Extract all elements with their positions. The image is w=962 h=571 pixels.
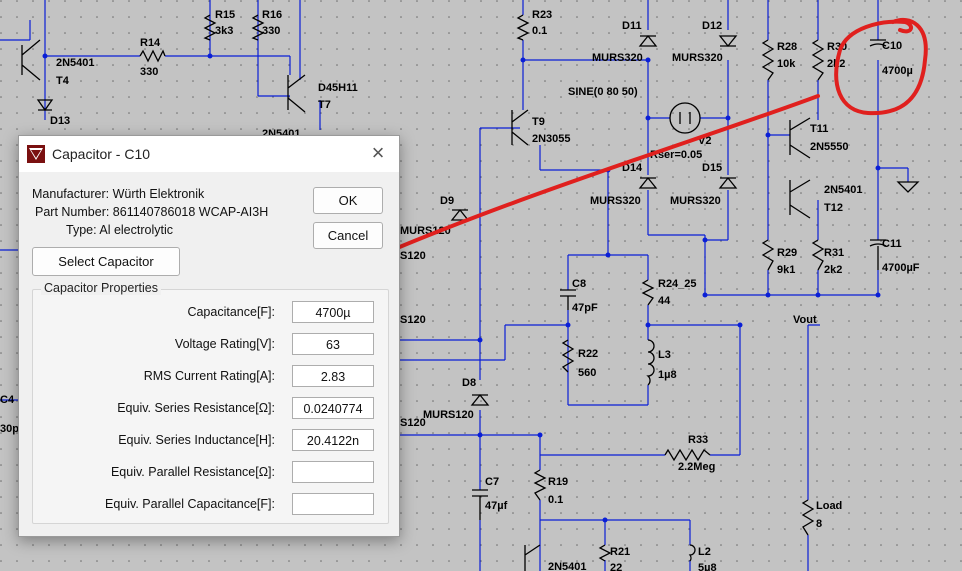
svg-text:R24_25: R24_25 — [658, 278, 697, 290]
svg-text:2N5401: 2N5401 — [56, 57, 95, 69]
svg-text:2.2Meg: 2.2Meg — [678, 461, 715, 473]
svg-text:30p: 30p — [0, 423, 19, 435]
svg-text:R22: R22 — [578, 348, 598, 360]
svg-text:47µf: 47µf — [485, 500, 508, 512]
svg-text:330: 330 — [262, 25, 280, 37]
svg-text:1µ8: 1µ8 — [658, 369, 677, 381]
svg-text:2N3055: 2N3055 — [532, 133, 571, 145]
svg-text:S120: S120 — [400, 250, 426, 262]
svg-text:D8: D8 — [462, 377, 476, 389]
esr-input[interactable]: 0.0240774 — [292, 397, 374, 419]
svg-text:5µ8: 5µ8 — [698, 562, 717, 571]
capacitance-input[interactable]: 4700µ — [292, 301, 374, 323]
svg-text:S120: S120 — [400, 314, 426, 326]
svg-text:MURS120: MURS120 — [423, 409, 474, 421]
svg-text:R28: R28 — [777, 41, 797, 53]
svg-text:3k3: 3k3 — [215, 25, 233, 37]
esl-label: Equiv. Series Inductance[H]: — [118, 433, 275, 447]
svg-text:560: 560 — [578, 367, 596, 379]
svg-text:R23: R23 — [532, 9, 552, 21]
svg-text:D9: D9 — [440, 195, 454, 207]
svg-text:44: 44 — [658, 295, 671, 307]
ltspice-app-icon — [27, 145, 45, 163]
svg-text:2N5550: 2N5550 — [810, 141, 849, 153]
svg-text:C4: C4 — [0, 394, 15, 406]
svg-text:C8: C8 — [572, 278, 586, 290]
svg-text:MURS320: MURS320 — [592, 52, 643, 64]
svg-text:4700µ: 4700µ — [882, 65, 913, 77]
capacitor-properties-group: Capacitor Properties Capacitance[F]: 470… — [32, 281, 389, 524]
svg-text:Load: Load — [816, 500, 842, 512]
svg-text:T4: T4 — [56, 75, 70, 87]
svg-text:R29: R29 — [777, 247, 797, 259]
svg-text:10k: 10k — [777, 58, 796, 70]
svg-text:L3: L3 — [658, 349, 671, 361]
parallel-capacitance-input[interactable] — [292, 493, 374, 515]
svg-text:Vout: Vout — [793, 314, 817, 326]
svg-text:47pF: 47pF — [572, 302, 598, 314]
svg-text:T9: T9 — [532, 116, 545, 128]
select-capacitor-button[interactable]: Select Capacitor — [32, 247, 180, 276]
group-title: Capacitor Properties — [41, 281, 161, 295]
svg-text:D15: D15 — [702, 162, 722, 174]
svg-text:R19: R19 — [548, 476, 568, 488]
part-number-text: Part Number: 861140786018 WCAP-AI3H — [35, 205, 269, 219]
svg-text:T11: T11 — [810, 123, 828, 135]
svg-text:R33: R33 — [688, 434, 708, 446]
svg-text:0.1: 0.1 — [532, 25, 547, 37]
esr-label: Equiv. Series Resistance[Ω]: — [117, 401, 275, 415]
dialog-title: Capacitor - C10 — [52, 146, 151, 162]
svg-text:T7: T7 — [318, 99, 331, 111]
svg-text:2N5401: 2N5401 — [824, 184, 863, 196]
rms-current-label: RMS Current Rating[A]: — [143, 369, 275, 383]
svg-text:S120: S120 — [400, 417, 426, 429]
parallel-resistance-input[interactable] — [292, 461, 374, 483]
svg-text:MURS320: MURS320 — [670, 195, 721, 207]
svg-text:22: 22 — [610, 562, 622, 571]
svg-text:R14: R14 — [140, 37, 161, 49]
svg-text:R31: R31 — [824, 247, 844, 259]
capacitance-label: Capacitance[F]: — [187, 305, 275, 319]
parallel-capacitance-label: Equiv. Parallel Capacitance[F]: — [105, 497, 275, 511]
svg-text:4700µF: 4700µF — [882, 262, 920, 274]
manufacturer-text: Manufacturer: Würth Elektronik — [32, 187, 205, 201]
type-text: Type: Al electrolytic — [66, 223, 173, 237]
voltage-rating-input[interactable]: 63 — [292, 333, 374, 355]
svg-text:D11: D11 — [622, 20, 642, 32]
svg-text:C11: C11 — [882, 238, 902, 250]
svg-text:R21: R21 — [610, 546, 630, 558]
voltage-rating-label: Voltage Rating[V]: — [174, 337, 275, 351]
esl-input[interactable]: 20.4122n — [292, 429, 374, 451]
svg-text:D13: D13 — [50, 115, 70, 127]
svg-text:0.1: 0.1 — [548, 494, 563, 506]
svg-text:D45H11: D45H11 — [318, 82, 358, 94]
dialog-titlebar[interactable]: Capacitor - C10 × — [19, 136, 399, 172]
svg-text:D12: D12 — [702, 20, 722, 32]
cancel-button[interactable]: Cancel — [313, 222, 383, 249]
rms-current-input[interactable]: 2.83 — [292, 365, 374, 387]
capacitor-dialog[interactable]: Capacitor - C10 × Manufacturer: Würth El… — [18, 135, 400, 537]
svg-text:C10: C10 — [882, 40, 902, 52]
svg-text:330: 330 — [140, 66, 158, 78]
ok-button[interactable]: OK — [313, 187, 383, 214]
svg-text:MURS320: MURS320 — [672, 52, 723, 64]
close-icon[interactable]: × — [363, 140, 393, 168]
svg-text:T12: T12 — [824, 202, 843, 214]
svg-text:L2: L2 — [698, 546, 711, 558]
svg-text:R15: R15 — [215, 9, 235, 21]
svg-text:R16: R16 — [262, 9, 282, 21]
svg-text:C7: C7 — [485, 476, 499, 488]
svg-text:2k2: 2k2 — [824, 264, 842, 276]
svg-text:2N5401: 2N5401 — [548, 561, 587, 571]
svg-text:MURS320: MURS320 — [590, 195, 641, 207]
parallel-resistance-label: Equiv. Parallel Resistance[Ω]: — [110, 465, 275, 479]
svg-text:8: 8 — [816, 518, 822, 530]
svg-text:9k1: 9k1 — [777, 264, 795, 276]
svg-text:SINE(0 80 50): SINE(0 80 50) — [568, 86, 638, 98]
